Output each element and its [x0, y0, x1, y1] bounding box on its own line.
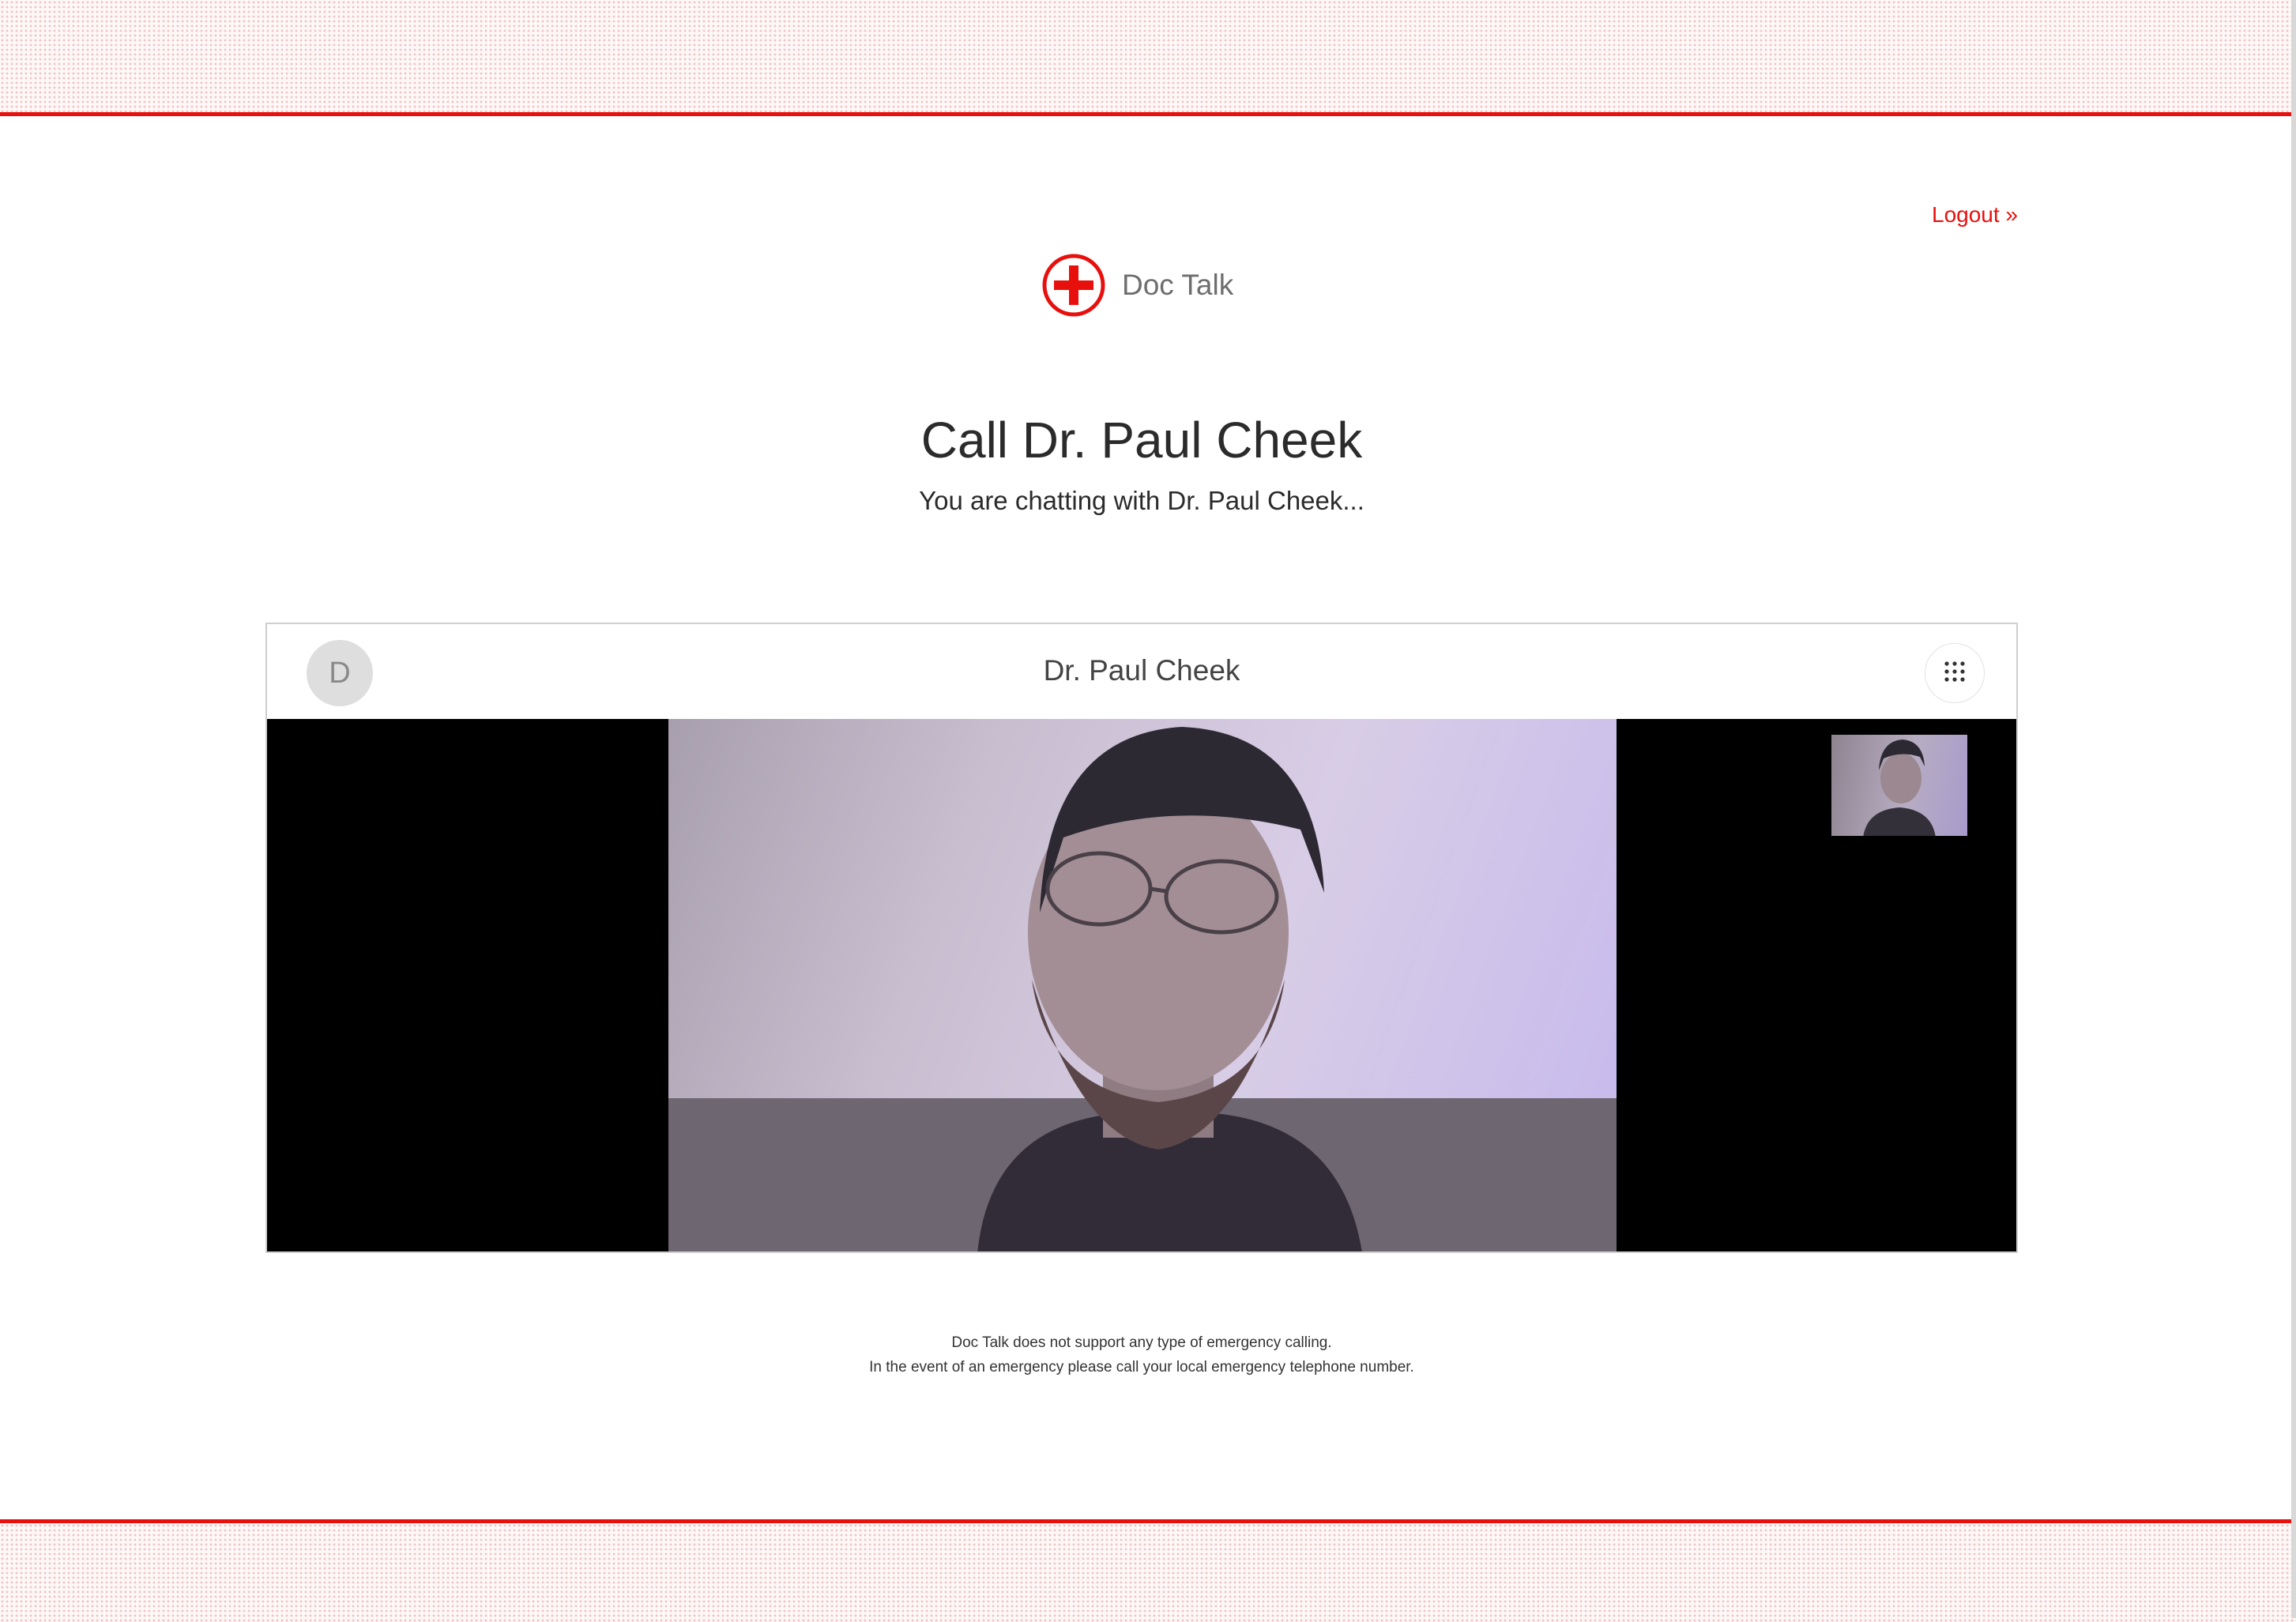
scrollbar-edge — [2291, 0, 2296, 1618]
emergency-disclaimer: Doc Talk does not support any type of em… — [0, 1330, 2283, 1379]
bottom-pattern-band — [0, 1519, 2296, 1622]
brand-name: Doc Talk — [1122, 269, 1234, 301]
disclaimer-line-2: In the event of an emergency please call… — [869, 1359, 1414, 1376]
call-header: D Dr. Paul Cheek — [267, 624, 2016, 719]
logout-link[interactable]: Logout » — [1932, 202, 2018, 228]
call-widget: D Dr. Paul Cheek — [265, 623, 2018, 1253]
keypad-button[interactable] — [1925, 643, 1985, 703]
disclaimer-line-1: Doc Talk does not support any type of em… — [951, 1334, 1332, 1351]
self-view-video — [1831, 735, 1967, 836]
contact-name: Dr. Paul Cheek — [1043, 654, 1240, 687]
top-pattern-band — [0, 0, 2296, 116]
page-subtitle: You are chatting with Dr. Paul Cheek... — [919, 486, 1364, 515]
video-area — [267, 719, 2016, 1251]
red-cross-icon — [1041, 253, 1106, 318]
remote-video — [668, 719, 1617, 1251]
page-title: Call Dr. Paul Cheek — [920, 412, 1363, 469]
brand-logo: Doc Talk — [1041, 253, 1233, 318]
keypad-grid-icon — [1943, 660, 1967, 687]
